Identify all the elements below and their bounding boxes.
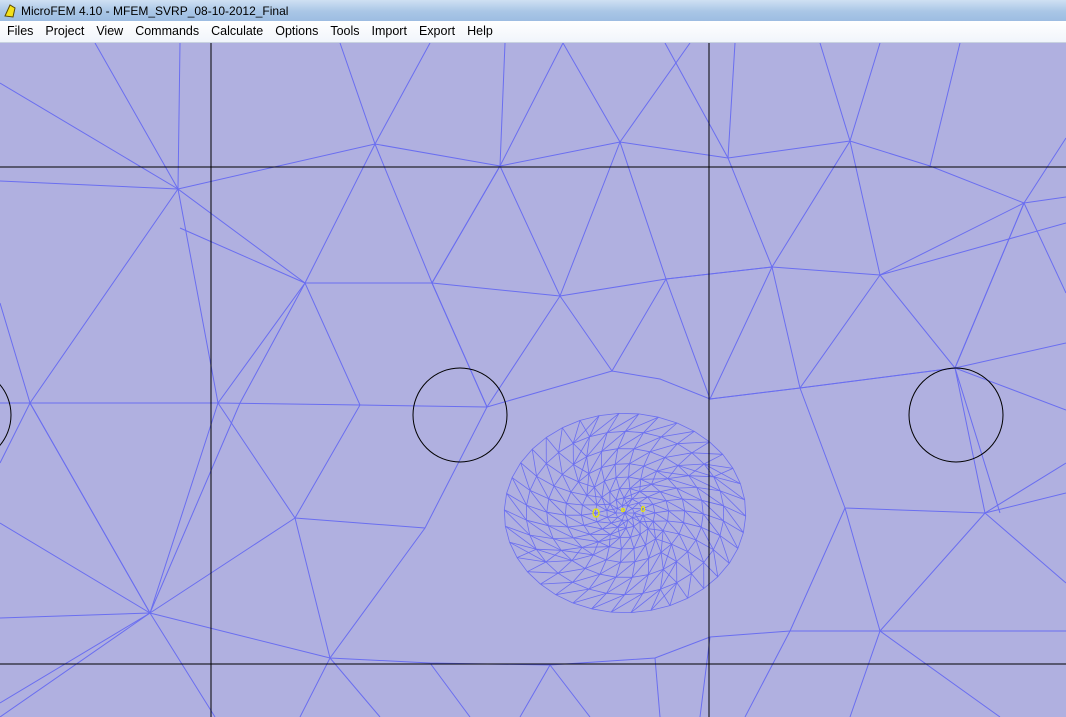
menu-files[interactable]: Files (0, 21, 39, 42)
menu-help[interactable]: Help (461, 21, 499, 42)
mesh-canvas[interactable] (0, 43, 1066, 717)
menu-bar: Files Project View Commands Calculate Op… (0, 21, 1066, 43)
mesh-edge (618, 413, 639, 415)
title-bar: MicroFEM 4.10 - MFEM_SVRP_08-10-2012_Fin… (0, 0, 1066, 22)
menu-tools[interactable]: Tools (324, 21, 365, 42)
microfem-app-icon (4, 3, 16, 18)
menu-commands[interactable]: Commands (129, 21, 205, 42)
menu-export[interactable]: Export (413, 21, 461, 42)
window-title: MicroFEM 4.10 - MFEM_SVRP_08-10-2012_Fin… (21, 3, 289, 18)
menu-options[interactable]: Options (269, 21, 324, 42)
menu-calculate[interactable]: Calculate (205, 21, 269, 42)
finite-element-mesh[interactable] (0, 43, 1066, 717)
menu-view[interactable]: View (90, 21, 129, 42)
mesh-edge (611, 611, 632, 613)
menu-project[interactable]: Project (39, 21, 90, 42)
menu-import[interactable]: Import (366, 21, 413, 42)
